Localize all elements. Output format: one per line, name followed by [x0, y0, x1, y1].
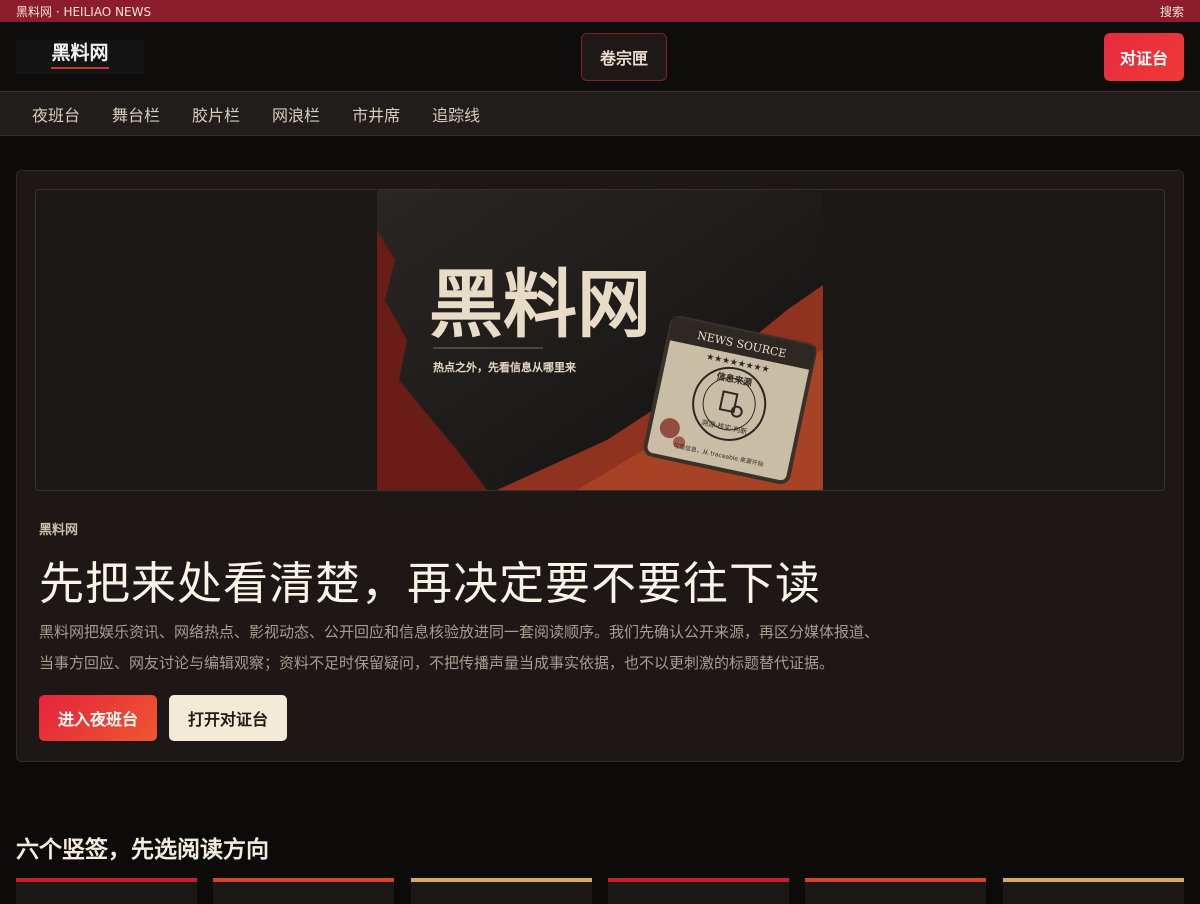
hero-kicker: 黑料网: [39, 523, 79, 538]
enter-night-desk-button[interactable]: 进入夜班台: [39, 695, 158, 741]
category-card-1[interactable]: [16, 878, 197, 904]
banner-frame: 黑料网 热点之外，先看信息从哪里来 NEWS SOURCE ★★★★★★★★ 信…: [35, 189, 1165, 491]
open-evidence-button[interactable]: 打开对证台: [169, 695, 288, 741]
logo-text: 黑料网: [51, 42, 109, 64]
hero-banner-image: 黑料网 热点之外，先看信息从哪里来 NEWS SOURCE ★★★★★★★★ 信…: [377, 190, 823, 490]
archive-button[interactable]: 卷宗匣: [580, 32, 667, 81]
search-link[interactable]: 搜索: [1160, 3, 1184, 20]
hero-headline: 先把来处看清楚，再决定要不要往下读: [39, 557, 822, 610]
category-card-2[interactable]: [213, 878, 394, 904]
logo-underline: [51, 67, 109, 69]
nav-item-night-desk[interactable]: 夜班台: [16, 102, 96, 126]
nav-item-tracking[interactable]: 追踪线: [416, 102, 496, 126]
nav-item-street[interactable]: 市井席: [336, 102, 416, 126]
category-card-5[interactable]: [805, 878, 986, 904]
category-cards: [16, 878, 1184, 904]
category-card-4[interactable]: [608, 878, 789, 904]
section-title: 六个竖签，先选阅读方向: [16, 836, 269, 863]
hero-panel: 黑料网 热点之外，先看信息从哪里来 NEWS SOURCE ★★★★★★★★ 信…: [16, 170, 1184, 762]
hero-description-line2: 当事方回应、网友讨论与编辑观察；资料不足时保留疑问，不把传播声量当成事实依据，也…: [39, 654, 835, 672]
banner-title: 黑料网: [429, 262, 651, 348]
category-card-3[interactable]: [411, 878, 592, 904]
site-name: 黑料网 · HEILIAO NEWS: [16, 4, 152, 19]
nav-item-film[interactable]: 胶片栏: [176, 102, 256, 126]
site-logo[interactable]: 黑料网: [16, 39, 144, 74]
nav-item-stage[interactable]: 舞台栏: [96, 102, 176, 126]
nav-item-web[interactable]: 网浪栏: [256, 102, 336, 126]
main-nav: 夜班台 舞台栏 胶片栏 网浪栏 市井席 追踪线: [0, 91, 1200, 136]
evidence-button[interactable]: 对证台: [1103, 32, 1184, 81]
banner-tagline: 热点之外，先看信息从哪里来: [433, 360, 577, 374]
header: 黑料网 卷宗匣 对证台: [0, 22, 1200, 91]
category-card-6[interactable]: [1003, 878, 1184, 904]
hero-description-line1: 黑料网把娱乐资讯、网络热点、影视动态、公开回应和信息核验放进同一套阅读顺序。我们…: [39, 623, 880, 641]
top-bar: 黑料网 · HEILIAO NEWS 搜索: [0, 0, 1200, 22]
news-source-card: NEWS SOURCE ★★★★★★★★ 信息来源 溯源·核实·判断 可靠信息，…: [643, 315, 817, 485]
hero-description: 黑料网把娱乐资讯、网络热点、影视动态、公开回应和信息核验放进同一套阅读顺序。我们…: [39, 617, 959, 679]
